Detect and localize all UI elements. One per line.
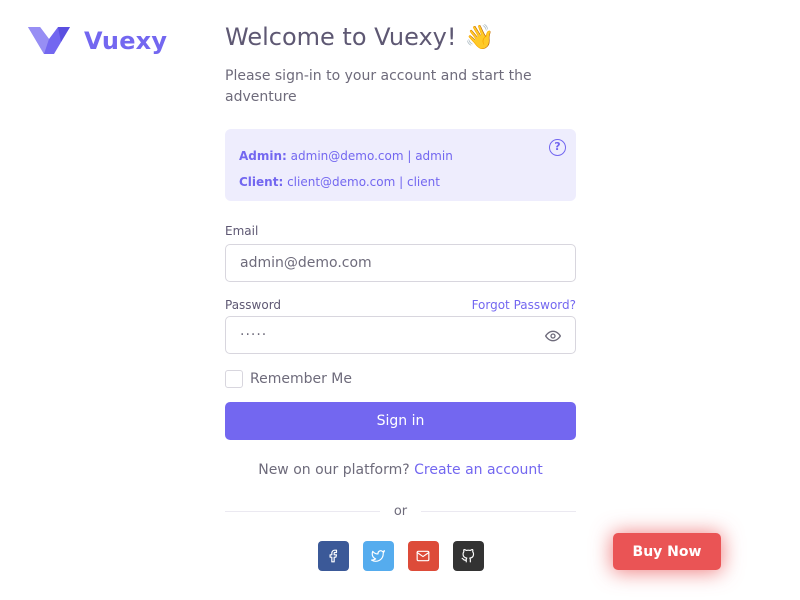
twitter-icon: [371, 550, 385, 562]
remember-me-label[interactable]: Remember Me: [250, 371, 352, 387]
title-text: Welcome to Vuexy!: [225, 23, 457, 51]
page-subtitle: Please sign-in to your account and start…: [225, 68, 532, 105]
client-label: Client:: [239, 175, 284, 189]
vuexy-logo-icon: [28, 27, 70, 54]
forgot-password-link[interactable]: Forgot Password?: [472, 298, 576, 312]
password-value: ·····: [240, 327, 268, 343]
github-icon: [461, 549, 475, 563]
password-field[interactable]: ·····: [225, 316, 576, 354]
client-credentials: Client: client@demo.com | client: [239, 169, 562, 195]
password-label: Password: [225, 298, 282, 312]
divider-line-right: [421, 511, 576, 512]
sign-in-button[interactable]: Sign in: [225, 402, 576, 440]
mail-icon: [416, 550, 430, 562]
facebook-icon: [329, 549, 338, 563]
social-login-buttons: [225, 541, 576, 571]
admin-credentials: Admin: admin@demo.com | admin: [239, 143, 562, 169]
facebook-button[interactable]: [317, 541, 349, 571]
github-button[interactable]: [452, 541, 484, 571]
new-account-prompt: New on our platform?: [258, 462, 410, 478]
password-label-row: Password Forgot Password?: [225, 298, 576, 312]
email-field[interactable]: admin@demo.com: [225, 244, 576, 282]
or-divider: or: [225, 504, 576, 519]
eye-icon[interactable]: [545, 329, 561, 343]
remember-me[interactable]: Remember Me: [225, 370, 576, 388]
help-circle-icon[interactable]: ?: [549, 139, 566, 156]
remember-me-checkbox[interactable]: [225, 370, 243, 388]
create-account-link[interactable]: Create an account: [414, 462, 543, 478]
buy-now-button[interactable]: Buy Now: [613, 533, 721, 570]
google-mail-button[interactable]: [407, 541, 439, 571]
admin-value: admin@demo.com | admin: [290, 149, 453, 163]
email-value: admin@demo.com: [240, 255, 372, 271]
admin-label: Admin:: [239, 149, 287, 163]
waving-hand-icon: 👋: [464, 23, 495, 51]
auth-card: Welcome to Vuexy! 👋 Please sign-in to yo…: [225, 20, 576, 571]
email-label: Email: [225, 224, 259, 238]
page-title: Welcome to Vuexy! 👋: [225, 20, 576, 54]
brand[interactable]: Vuexy: [28, 26, 167, 56]
brand-name: Vuexy: [84, 27, 168, 55]
new-account-text: New on our platform? Create an account: [225, 462, 576, 478]
demo-credentials-alert: Admin: admin@demo.com | admin Client: cl…: [225, 129, 576, 201]
or-text: or: [393, 504, 408, 519]
client-value: client@demo.com | client: [287, 175, 440, 189]
divider-line-left: [225, 511, 380, 512]
twitter-button[interactable]: [362, 541, 394, 571]
